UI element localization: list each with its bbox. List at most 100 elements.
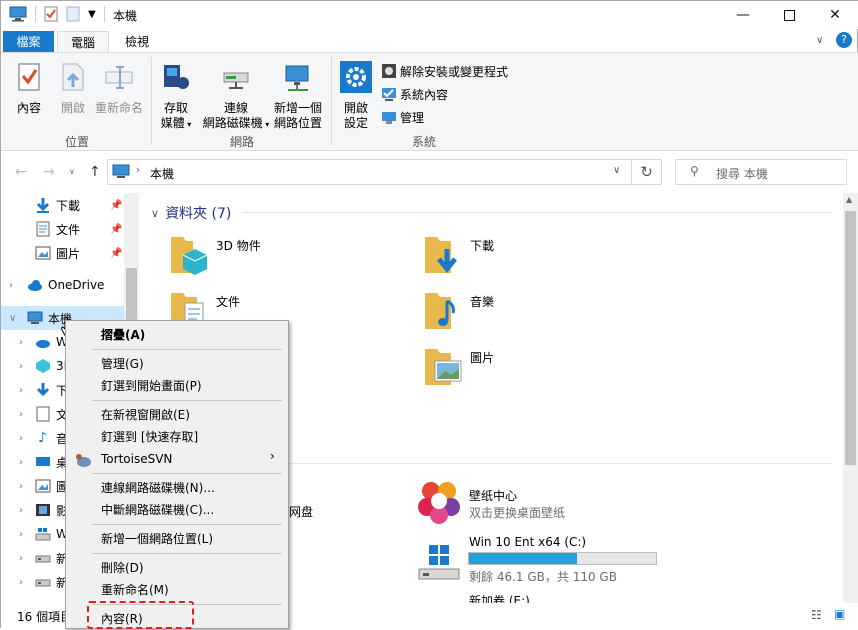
menu-disconnect-network-drive[interactable]: 中斷網路磁碟機(C)... xyxy=(101,499,214,521)
expand-chevron-icon[interactable]: › xyxy=(19,529,23,540)
details-view-icon[interactable]: ☷ xyxy=(811,608,822,622)
forward-button[interactable]: → xyxy=(43,164,55,180)
pin-icon[interactable]: 📌 xyxy=(110,248,122,259)
ribbon-map-drive-label-2: 網路磁碟機 ▾ xyxy=(201,116,271,132)
close-icon: ✕ xyxy=(829,7,841,23)
expand-chevron-icon[interactable]: › xyxy=(19,505,23,516)
network-drive-icon xyxy=(223,72,249,89)
wallpaper-center-item[interactable]: 壁纸中心 双击更换桌面壁纸 xyxy=(417,479,637,525)
section-divider xyxy=(242,212,832,213)
wallpaper-name: 壁纸中心 xyxy=(469,489,518,503)
media-icon xyxy=(164,65,189,89)
ribbon-uninstall-button[interactable]: 解除安裝或變更程式 xyxy=(381,61,508,81)
ribbon-open-label: 開啟 xyxy=(60,101,85,115)
menu-tortoise-svn[interactable]: TortoiseSVN xyxy=(101,448,172,470)
new-folder-icon[interactable] xyxy=(66,6,80,22)
expand-chevron-icon[interactable]: › xyxy=(19,337,23,348)
breadcrumb-separator-icon: › xyxy=(136,165,140,176)
close-button[interactable]: ✕ xyxy=(812,1,858,29)
rename-icon xyxy=(105,66,133,89)
network-location-icon xyxy=(285,65,309,91)
ribbon-properties-button[interactable]: 內容 xyxy=(13,61,45,116)
ribbon-add-location-label-1: 新增一個 xyxy=(273,101,322,115)
dropdown-arrow-icon-2: ▾ xyxy=(262,120,270,129)
menu-delete[interactable]: 刪除(D) xyxy=(101,557,144,579)
expand-chevron-icon[interactable]: › xyxy=(19,409,23,420)
ribbon-collapse-icon[interactable]: ∨ xyxy=(816,35,823,46)
up-button[interactable]: ↑ xyxy=(89,164,101,180)
expand-chevron-icon[interactable]: › xyxy=(19,577,23,588)
menu-open-new-window[interactable]: 在新視窗開啟(E) xyxy=(101,404,190,426)
expand-chevron-icon[interactable]: › xyxy=(9,280,13,291)
menu-add-network-location[interactable]: 新增一個網路位置(L) xyxy=(101,528,213,550)
nav-item-documents[interactable]: 文件 📌 xyxy=(1,217,125,241)
pin-icon[interactable]: 📌 xyxy=(110,200,122,211)
menu-manage[interactable]: 管理(G) xyxy=(101,353,144,375)
tortoise-svn-icon xyxy=(76,454,91,467)
breadcrumb-this-pc[interactable]: 本機 xyxy=(150,165,174,182)
folder-item-downloads[interactable]: 下載 xyxy=(423,233,623,283)
scroll-up-icon[interactable]: ▲ xyxy=(846,195,852,204)
help-icon[interactable]: ? xyxy=(836,32,852,48)
ribbon-access-media-button[interactable]: 存取 媒體 ▾ xyxy=(159,61,193,132)
recent-dropdown[interactable]: ∨ xyxy=(69,167,75,176)
address-bar[interactable]: › 本機 ∨ xyxy=(107,159,632,185)
address-history-dropdown[interactable]: ∨ xyxy=(613,165,620,176)
ribbon-open-settings-button[interactable]: 開啟 設定 xyxy=(339,61,373,131)
refresh-button[interactable]: ↻ xyxy=(632,159,662,185)
expand-chevron-icon[interactable]: › xyxy=(19,481,23,492)
forward-arrow-icon: → xyxy=(43,164,55,180)
tab-file[interactable]: 檔案 xyxy=(3,31,54,53)
folder-item-music[interactable]: 音樂 xyxy=(423,289,623,339)
ribbon-system-properties-button[interactable]: 系統內容 xyxy=(381,84,448,104)
ribbon-rename-button[interactable]: 重新命名 xyxy=(93,61,145,116)
drive-c-name: Win 10 Ent x64 (C:) xyxy=(469,535,587,549)
content-scrollbar[interactable]: ▲ xyxy=(843,193,858,603)
pictures-icon xyxy=(35,479,51,493)
explorer-window: ▼ 本機 — ✕ 檔案 電腦 檢視 ∨ ? 內容 開啟 重新命名 位置 存取 媒… xyxy=(0,0,858,629)
expand-chevron-icon[interactable]: › xyxy=(19,553,23,564)
ribbon-open-button[interactable]: 開啟 xyxy=(57,61,89,116)
menu-map-network-drive[interactable]: 連線網路磁碟機(N)... xyxy=(101,477,215,499)
qa-dropdown-icon[interactable]: ▼ xyxy=(88,9,96,20)
maximize-icon xyxy=(783,9,795,21)
ribbon-add-location-button[interactable]: 新增一個 網路位置 xyxy=(273,61,323,131)
up-arrow-icon: ↑ xyxy=(89,164,101,180)
folder-item-3d-objects[interactable]: 3D 物件 xyxy=(169,233,369,283)
ribbon-manage-button[interactable]: 管理 xyxy=(381,107,424,127)
search-box[interactable]: ⚲ 搜尋 本機 xyxy=(675,159,847,185)
qa-divider xyxy=(35,6,36,22)
download-arrow-icon xyxy=(36,198,50,213)
maximize-button[interactable] xyxy=(766,1,812,29)
folders-section-header[interactable]: ∨ 資料夾 (7) xyxy=(151,203,231,223)
scrollbar-thumb[interactable] xyxy=(845,211,856,465)
properties-check-icon[interactable] xyxy=(44,6,58,22)
ribbon-map-drive-button[interactable]: 連線 網路磁碟機 ▾ xyxy=(201,61,271,132)
search-icon: ⚲ xyxy=(690,164,699,178)
nav-item-pictures[interactable]: 圖片 📌 xyxy=(1,241,125,265)
collapse-chevron-icon[interactable]: ∨ xyxy=(9,313,16,324)
expand-chevron-icon[interactable]: › xyxy=(19,457,23,468)
menu-rename[interactable]: 重新命名(M) xyxy=(101,579,169,601)
expand-chevron-icon[interactable]: › xyxy=(19,361,23,372)
nav-item-label: 圖片 xyxy=(56,246,81,261)
drive-icon xyxy=(35,579,51,587)
expand-chevron-icon[interactable]: › xyxy=(19,385,23,396)
group-location-label: 位置 xyxy=(65,135,90,149)
desktop-icon xyxy=(36,457,50,466)
folder-item-pictures[interactable]: 圖片 xyxy=(423,345,623,395)
back-button[interactable]: ← xyxy=(15,164,27,180)
large-icons-view-icon[interactable]: ▣ xyxy=(834,607,845,621)
chevron-down-icon: ∨ xyxy=(69,167,75,176)
ribbon-open-settings-label-2: 設定 xyxy=(343,116,368,130)
tab-view[interactable]: 檢視 xyxy=(113,31,161,53)
menu-collapse[interactable]: 摺疊(A) xyxy=(101,324,145,346)
menu-pin-quick-access[interactable]: 釘選到 [快速存取] xyxy=(101,426,198,448)
nav-item-onedrive[interactable]: › OneDrive xyxy=(1,273,125,297)
pin-icon[interactable]: 📌 xyxy=(110,224,122,235)
nav-item-downloads[interactable]: 下載 📌 xyxy=(1,193,125,217)
menu-pin-to-start[interactable]: 釘選到開始畫面(P) xyxy=(101,375,202,397)
expand-chevron-icon[interactable]: › xyxy=(19,433,23,444)
tab-computer[interactable]: 電腦 xyxy=(57,31,109,53)
minimize-button[interactable]: — xyxy=(720,1,766,29)
